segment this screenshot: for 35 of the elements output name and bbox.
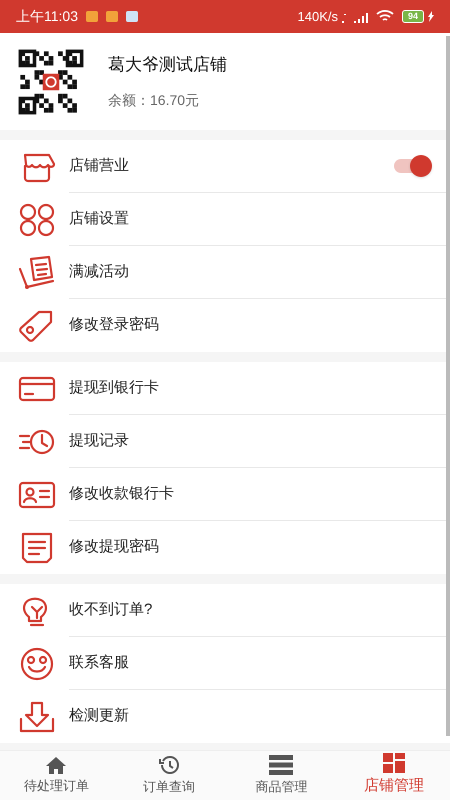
menu-item[interactable]: 检测更新 — [0, 690, 450, 743]
menu-label: 店铺营业 — [69, 156, 130, 176]
history-icon — [158, 754, 180, 775]
balance-text: 余额：16.70元 — [108, 90, 200, 110]
menu-item[interactable]: 修改登录密码 — [0, 299, 450, 352]
menu-label: 满减活动 — [69, 262, 130, 282]
charging-icon — [428, 11, 434, 22]
nav-tab[interactable]: 商品管理 — [225, 751, 338, 800]
menu-label: 检测更新 — [69, 706, 130, 726]
notification-icon — [86, 11, 98, 22]
network-speed: 140K/s — [298, 8, 338, 26]
menu-label: 修改登录密码 — [69, 315, 160, 336]
cart-list-icon — [17, 254, 57, 290]
clover-icon — [17, 202, 57, 238]
notification-icon — [106, 11, 118, 22]
list-icon — [269, 754, 294, 775]
wifi-icon — [376, 10, 394, 23]
home-icon — [45, 756, 68, 774]
nav-tab[interactable]: 待处理订单 — [0, 751, 112, 800]
status-time: 上午11:03 — [16, 7, 78, 26]
shop-name: 葛大爷测试店铺 — [108, 54, 227, 76]
calendar-icon — [126, 11, 138, 22]
nav-tab[interactable]: 店铺管理 — [338, 751, 450, 800]
dashboard-icon — [382, 753, 405, 774]
menu-label: 修改提现密码 — [69, 537, 160, 558]
battery-indicator: 94 — [402, 10, 424, 23]
menu-label: 提现到银行卡 — [69, 378, 160, 398]
menu-item[interactable]: 修改提现密码 — [0, 521, 450, 574]
menu-label: 收不到订单? — [69, 600, 154, 620]
menu-label: 店铺设置 — [69, 208, 130, 229]
nav-tab[interactable]: 订单查询 — [112, 751, 225, 800]
menu-label: 提现记录 — [69, 430, 130, 451]
menu-label: 修改收款银行卡 — [69, 484, 175, 504]
menu-label: 联系客服 — [69, 652, 130, 673]
qr-code-icon — [18, 48, 84, 114]
